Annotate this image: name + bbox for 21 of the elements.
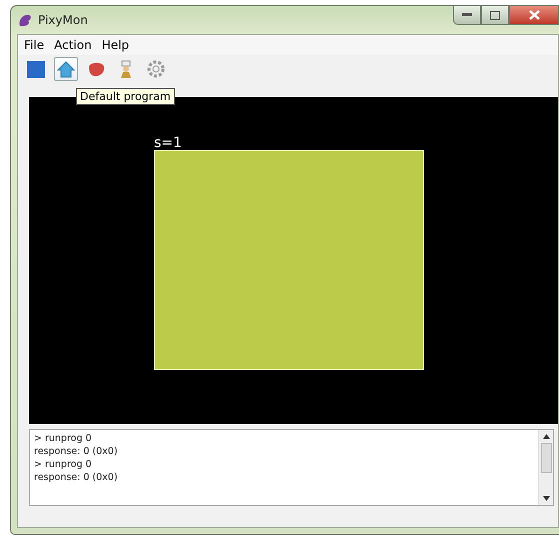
maximize-button[interactable]	[481, 5, 509, 25]
settings-icon	[146, 59, 166, 79]
scroll-down-icon[interactable]	[542, 496, 550, 501]
menu-item[interactable]: File	[24, 38, 44, 52]
console-output: > runprog 0 response: 0 (0x0) > runprog 0 response: 0 (0x0)	[33, 432, 119, 485]
app-icon	[17, 12, 33, 28]
close-button[interactable]	[509, 5, 559, 25]
menu-item[interactable]: Action	[54, 38, 92, 52]
window-title: PixyMon	[38, 13, 88, 27]
toolbar-button[interactable]	[54, 57, 78, 81]
maximize-icon	[490, 10, 500, 20]
menu-item[interactable]: Help	[102, 38, 130, 52]
tooltip: Default program	[76, 88, 175, 105]
close-icon	[528, 10, 540, 20]
block-label: s=1	[154, 135, 182, 151]
minimize-button[interactable]	[453, 5, 481, 25]
scrollbar[interactable]	[538, 430, 553, 505]
square-icon	[26, 59, 46, 79]
scroll-up-icon[interactable]	[542, 434, 550, 439]
home-icon	[56, 59, 76, 79]
minimize-icon	[462, 13, 472, 17]
